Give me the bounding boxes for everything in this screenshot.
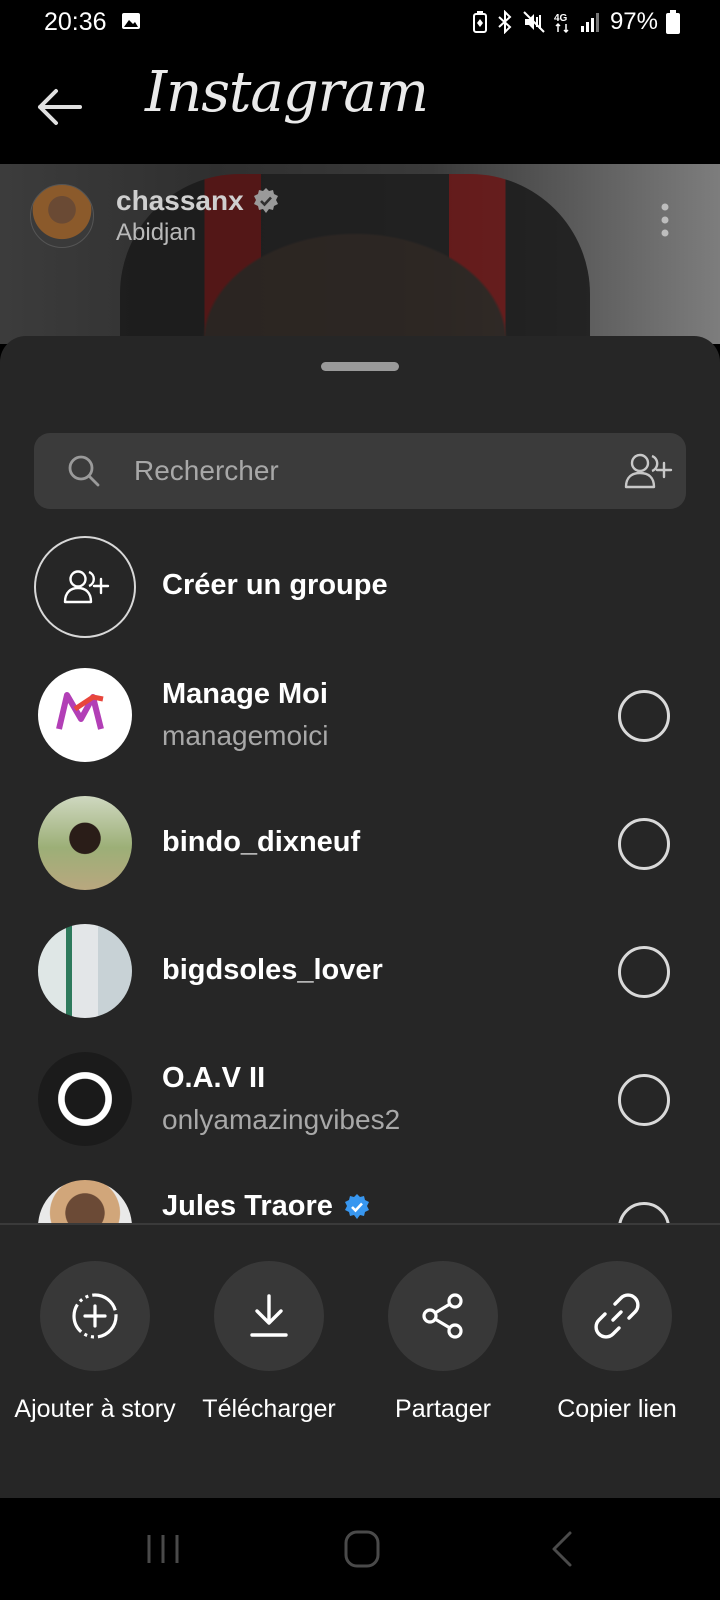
add-people-icon[interactable] — [622, 451, 674, 491]
sheet-drag-handle[interactable] — [321, 362, 399, 371]
post-username[interactable]: chassanx — [116, 185, 244, 217]
contact-username: managemoici — [162, 720, 329, 751]
mute-icon — [523, 11, 545, 33]
link-icon — [594, 1293, 640, 1339]
share-sheet: Créer un groupe Manage Moi managemoici b… — [0, 336, 720, 1498]
create-group-label[interactable]: Créer un groupe — [162, 569, 388, 602]
home-icon[interactable] — [344, 1530, 380, 1568]
back-nav-icon[interactable] — [548, 1530, 574, 1568]
action-label: Copier lien — [557, 1395, 677, 1423]
contact-username: onlyamazingvibes2 — [162, 1104, 401, 1135]
navigation-bar — [0, 1498, 720, 1600]
avatar — [38, 1052, 132, 1146]
avatar — [38, 924, 132, 1018]
status-bar: 20:36 4G 97% — [0, 0, 720, 46]
post-author[interactable]: chassanx Abidjan — [30, 184, 280, 248]
share-button[interactable]: Partager — [356, 1261, 530, 1429]
copy-link-button[interactable]: Copier lien — [530, 1261, 704, 1429]
verified-badge-icon — [344, 1193, 369, 1219]
post-background: chassanx Abidjan — [0, 164, 720, 344]
action-circle[interactable] — [214, 1261, 324, 1371]
app-header: Instagram — [0, 46, 720, 164]
download-button[interactable]: Télécharger — [182, 1261, 356, 1429]
battery-saver-icon — [472, 11, 487, 33]
download-icon — [250, 1294, 288, 1337]
select-radio[interactable] — [618, 946, 670, 998]
action-circle[interactable] — [40, 1261, 150, 1371]
status-icons: 4G 97% — [472, 8, 680, 36]
select-radio[interactable] — [618, 690, 670, 742]
search-input[interactable] — [134, 433, 594, 509]
group-add-icon — [63, 570, 110, 604]
instagram-logo: Instagram — [145, 60, 429, 125]
select-radio[interactable] — [618, 1074, 670, 1126]
bluetooth-icon — [498, 10, 512, 34]
action-label: Télécharger — [202, 1395, 336, 1423]
list-item[interactable]: O.A.V II onlyamazingvibes2 — [0, 1052, 720, 1164]
add-to-story-button[interactable]: Ajouter à story — [8, 1261, 182, 1429]
search-icon — [68, 455, 100, 487]
image-icon — [122, 13, 140, 29]
more-options-icon[interactable] — [660, 202, 670, 238]
contact-name-row: Jules Traore — [162, 1190, 371, 1223]
contact-name: bigdsoles_lover — [162, 954, 383, 986]
create-group-button[interactable] — [34, 536, 136, 638]
4g-icon: 4G — [554, 13, 569, 34]
contact-name: Manage Moi — [162, 678, 328, 710]
action-circle[interactable] — [388, 1261, 498, 1371]
avatar[interactable] — [30, 184, 94, 248]
action-label: Partager — [395, 1395, 491, 1423]
contact-name: bindo_dixneuf — [162, 826, 361, 858]
avatar — [38, 796, 132, 890]
svg-text:4G: 4G — [554, 13, 568, 24]
action-label: Ajouter à story — [14, 1395, 176, 1423]
avatar — [38, 668, 132, 762]
contact-name: Jules Traore — [162, 1190, 333, 1222]
battery-percent: 97% — [609, 8, 658, 35]
arrow-left-icon[interactable] — [30, 82, 90, 132]
manage-moi-logo-icon — [55, 692, 115, 739]
add-story-icon — [72, 1293, 118, 1339]
post-location[interactable]: Abidjan — [116, 219, 280, 247]
search-bar[interactable] — [34, 433, 686, 509]
share-icon — [422, 1293, 463, 1339]
recent-apps-icon[interactable] — [146, 1534, 180, 1564]
create-group-row[interactable]: Créer un groupe — [0, 536, 720, 648]
signal-icon — [580, 13, 599, 32]
battery-icon — [666, 10, 680, 34]
select-radio[interactable] — [618, 818, 670, 870]
list-item[interactable]: bigdsoles_lover — [0, 924, 720, 1036]
verified-badge-icon — [253, 188, 278, 213]
status-time: 20:36 — [44, 8, 107, 36]
post-username-row[interactable]: chassanx — [116, 185, 280, 217]
contact-name: O.A.V II — [162, 1062, 266, 1094]
list-item[interactable]: Manage Moi managemoici — [0, 668, 720, 780]
share-actions: Ajouter à story Télécharger Partager Cop… — [0, 1225, 720, 1498]
action-circle[interactable] — [562, 1261, 672, 1371]
list-item[interactable]: bindo_dixneuf — [0, 796, 720, 908]
